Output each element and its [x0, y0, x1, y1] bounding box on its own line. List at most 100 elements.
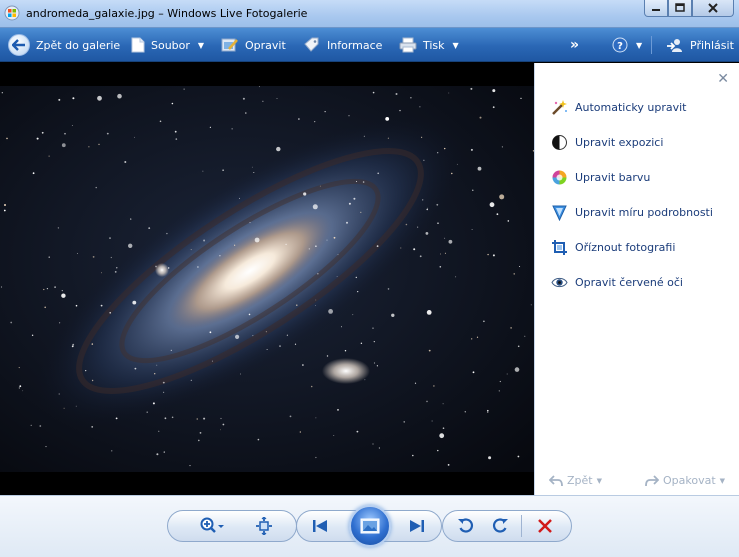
star — [294, 343, 297, 345]
star — [364, 379, 366, 381]
star — [357, 291, 359, 293]
star — [197, 266, 199, 268]
exposure-icon — [552, 135, 567, 150]
star — [257, 438, 260, 441]
star — [373, 362, 376, 364]
crop-photo-button[interactable]: Oříznout fotografii — [551, 239, 675, 256]
star — [470, 148, 473, 151]
star — [1, 92, 3, 94]
star — [156, 453, 159, 456]
star — [496, 213, 499, 216]
star — [171, 416, 174, 419]
redo-icon — [645, 474, 659, 486]
close-window-button[interactable] — [692, 0, 734, 17]
app-icon[interactable] — [4, 5, 20, 21]
rotate-left-button[interactable] — [455, 515, 477, 537]
star — [75, 405, 77, 407]
photo-viewer[interactable] — [0, 63, 534, 495]
star — [266, 349, 268, 350]
star — [464, 411, 466, 413]
star — [348, 202, 351, 205]
minimize-button[interactable] — [644, 0, 668, 17]
fit-to-window-button[interactable] — [253, 515, 275, 537]
detail-triangle-icon — [552, 205, 567, 221]
star — [410, 97, 412, 99]
zoom-button[interactable] — [195, 515, 229, 537]
previous-button[interactable] — [308, 515, 332, 537]
star — [146, 411, 148, 413]
star — [333, 236, 336, 239]
star — [414, 382, 417, 384]
star — [319, 185, 321, 187]
document-icon — [131, 37, 145, 53]
star — [437, 152, 439, 154]
title-bar: andromeda_galaxie.jpg – Windows Live Fot… — [0, 0, 739, 28]
star — [425, 232, 429, 235]
crop-photo-label: Oříznout fotografii — [575, 241, 676, 254]
star — [10, 321, 13, 324]
help-menu-button[interactable]: ? ▼ — [612, 28, 642, 62]
chevron-down-icon: ▼ — [197, 40, 205, 50]
star — [419, 106, 421, 108]
star — [326, 239, 328, 241]
fix-red-eye-button[interactable]: Opravit červené oči — [551, 274, 683, 291]
maximize-button[interactable] — [668, 0, 692, 17]
fix-button[interactable]: Opravit — [221, 28, 286, 62]
star — [499, 380, 501, 383]
star — [6, 137, 8, 140]
star — [132, 300, 137, 305]
star — [168, 267, 170, 269]
star — [471, 338, 473, 340]
file-menu-button[interactable]: Soubor ▼ — [131, 28, 204, 62]
close-panel-icon[interactable]: ✕ — [717, 71, 729, 87]
star — [77, 253, 78, 255]
delete-button[interactable] — [534, 515, 556, 537]
redo-button[interactable]: Opakovat ▼ — [645, 474, 725, 487]
delete-icon — [538, 519, 552, 533]
star — [72, 97, 75, 100]
star — [373, 341, 375, 343]
more-commands-button[interactable]: » — [570, 28, 579, 62]
auto-adjust-button[interactable]: Automaticky upravit — [551, 99, 687, 116]
star — [440, 253, 441, 255]
info-button[interactable]: Informace — [303, 28, 382, 62]
star — [98, 143, 100, 146]
star — [156, 364, 158, 366]
undo-button[interactable]: Zpět ▼ — [549, 474, 602, 487]
sign-in-button[interactable]: Přihlásit — [666, 28, 734, 62]
star — [488, 456, 492, 460]
rotate-left-icon — [458, 518, 474, 533]
star — [492, 106, 495, 109]
star — [336, 276, 338, 277]
undo-icon — [549, 474, 563, 486]
star — [116, 267, 118, 269]
rotate-right-button[interactable] — [489, 515, 511, 537]
star — [412, 454, 414, 457]
star — [519, 266, 521, 267]
star — [405, 223, 408, 226]
star — [91, 426, 94, 428]
star — [315, 456, 317, 459]
adjust-exposure-button[interactable]: Upravit expozici — [551, 134, 663, 151]
star — [171, 102, 174, 105]
star — [91, 343, 94, 345]
adjust-color-button[interactable]: Upravit barvu — [551, 169, 650, 186]
navigation-bar — [0, 495, 739, 557]
star — [166, 232, 168, 235]
back-to-gallery-button[interactable]: Zpět do galerie — [8, 28, 120, 62]
print-menu-button[interactable]: Tisk ▼ — [399, 28, 459, 62]
next-button[interactable] — [405, 515, 429, 537]
adjust-detail-button[interactable]: Upravit míru podrobnosti — [551, 204, 713, 221]
star — [436, 203, 439, 206]
star — [317, 273, 319, 275]
adjust-exposure-label: Upravit expozici — [575, 136, 664, 149]
star — [346, 221, 348, 224]
star — [341, 326, 342, 328]
slideshow-button[interactable] — [349, 505, 391, 547]
star — [128, 243, 133, 248]
star — [61, 290, 63, 292]
rotate-right-icon — [492, 518, 508, 533]
star — [470, 87, 473, 90]
star — [109, 237, 111, 239]
previous-icon — [313, 520, 327, 532]
